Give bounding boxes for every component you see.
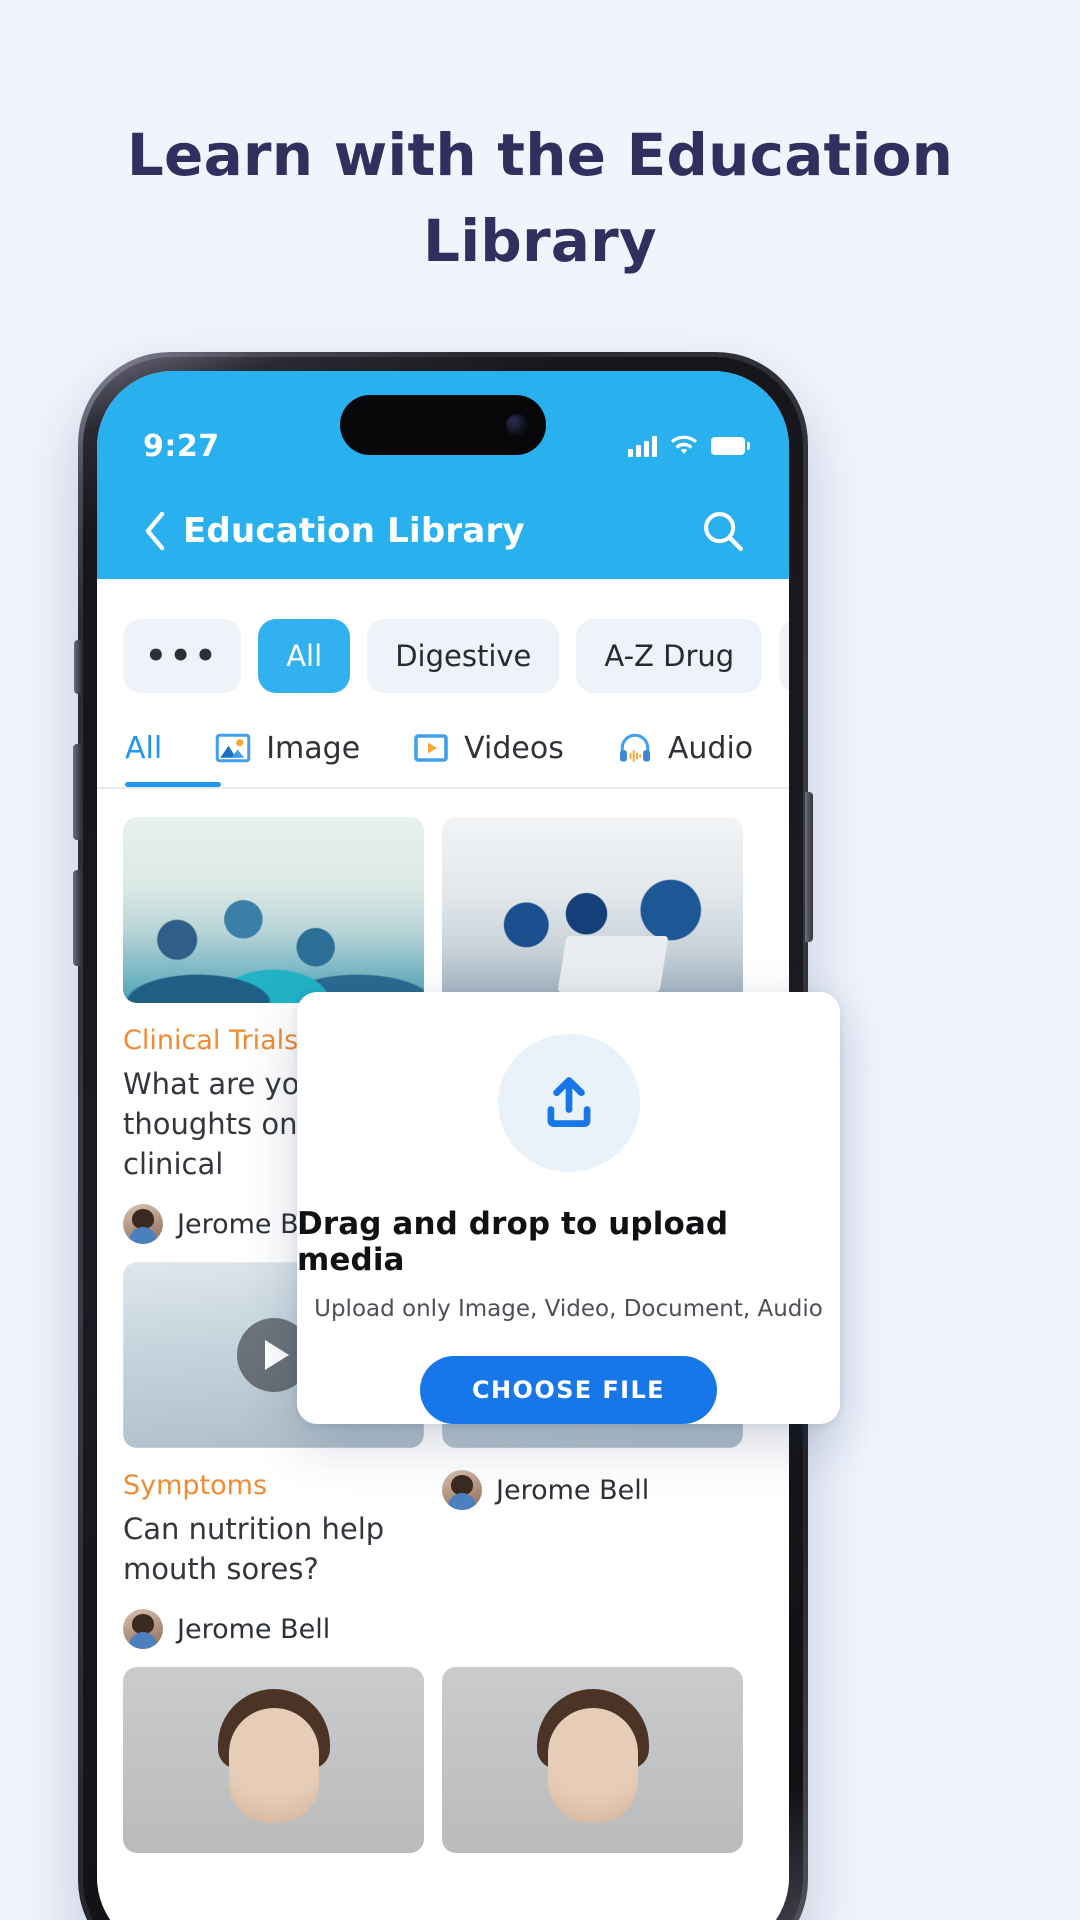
card-description: Can nutrition help mouth sores? <box>123 1512 385 1586</box>
avatar <box>123 1204 163 1244</box>
battery-full-icon <box>711 437 750 455</box>
search-icon <box>704 512 743 551</box>
tab-videos-label: Videos <box>464 730 564 766</box>
upload-modal-title: Drag and drop to upload media <box>297 1205 729 1278</box>
chip-all[interactable]: All <box>258 619 351 693</box>
cellular-signal-icon <box>628 435 657 457</box>
choose-file-button[interactable]: CHOOSE FILE <box>420 1355 717 1424</box>
card-author-name: Jerome Bell <box>496 1474 650 1506</box>
card-thumbnail[interactable] <box>442 1667 743 1853</box>
category-filter-chips[interactable]: ••• All Digestive A-Z Drug Diges <box>97 579 789 693</box>
upload-modal-subtitle: Upload only Image, Video, Document, Audi… <box>314 1295 823 1322</box>
chevron-left-icon <box>145 511 165 551</box>
headphones-icon <box>616 729 654 767</box>
chip-digestive-2[interactable]: Diges <box>779 619 789 693</box>
tab-audio-label: Audio <box>667 730 754 766</box>
page-root: Learn with the Education Library 9:27 Ed… <box>0 0 1080 1920</box>
media-type-tabs[interactable]: All Image Videos Audio <box>97 693 789 787</box>
search-button[interactable] <box>699 507 747 555</box>
card-category: Symptoms <box>123 1470 268 1501</box>
chip-az-drug[interactable]: A-Z Drug <box>576 619 763 693</box>
page-title: Learn with the Education Library <box>126 121 954 275</box>
chip-more[interactable]: ••• <box>123 619 242 693</box>
avatar <box>442 1470 482 1510</box>
phone-power-button <box>805 792 813 942</box>
status-bar: 9:27 <box>97 371 789 483</box>
image-icon <box>214 729 252 767</box>
card-thumbnail[interactable] <box>442 817 743 1003</box>
tab-all[interactable]: All <box>125 731 162 786</box>
media-card[interactable] <box>442 1667 743 1853</box>
tab-videos[interactable]: Videos <box>412 729 564 787</box>
wifi-icon <box>671 435 697 454</box>
phone-volume-up-button <box>73 744 81 840</box>
dynamic-island <box>340 395 546 455</box>
upload-icon-circle <box>497 1034 640 1172</box>
chip-digestive[interactable]: Digestive <box>367 619 560 693</box>
media-card[interactable] <box>123 1667 424 1853</box>
card-author: Jerome Bell <box>442 1470 743 1510</box>
video-play-icon <box>412 729 450 767</box>
status-time: 9:27 <box>143 428 220 464</box>
card-author: Jerome Bell <box>123 1609 424 1649</box>
upload-modal: Drag and drop to upload media Upload onl… <box>297 992 840 1424</box>
phone-volume-down-button <box>73 870 81 966</box>
back-button[interactable] <box>133 509 177 553</box>
tab-image[interactable]: Image <box>214 729 360 787</box>
card-thumbnail[interactable] <box>123 817 424 1003</box>
app-nav-bar: Education Library <box>97 483 789 579</box>
phone-mute-switch <box>74 640 81 694</box>
tab-image-label: Image <box>266 730 361 766</box>
upload-arrow-icon <box>547 1077 590 1128</box>
active-tab-indicator <box>125 782 221 787</box>
nav-title: Education Library <box>183 511 525 551</box>
tab-audio[interactable]: Audio <box>616 729 753 787</box>
card-author-name: Jerome Bell <box>177 1613 331 1645</box>
tab-all-label: All <box>125 730 163 766</box>
status-indicators <box>628 435 750 457</box>
avatar <box>123 1609 163 1649</box>
card-thumbnail[interactable] <box>123 1667 424 1853</box>
